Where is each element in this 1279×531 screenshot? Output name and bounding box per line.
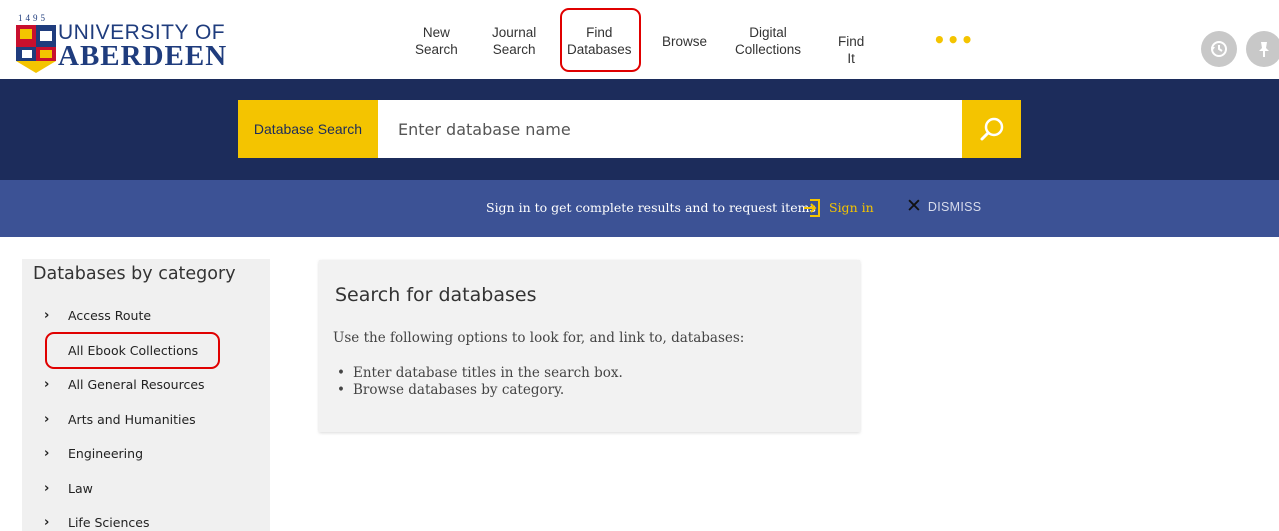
category-sidebar: Databases by category › Access Route All… <box>22 259 270 531</box>
category-law[interactable]: › Law <box>44 481 93 496</box>
nav-digital-collections[interactable]: Digital Collections <box>735 24 801 58</box>
chevron-right-icon: › <box>44 515 50 530</box>
nav-new-search[interactable]: New Search <box>415 24 458 58</box>
category-label: Law <box>68 481 93 496</box>
history-button[interactable] <box>1201 31 1237 67</box>
highlight-all-ebook-collections <box>45 332 220 369</box>
crest-icon <box>16 25 56 73</box>
logo-text-line2: ABERDEEN <box>58 40 228 72</box>
history-icon <box>1211 41 1227 57</box>
panel-intro: Use the following options to look for, a… <box>333 330 745 346</box>
list-item: Enter database titles in the search box. <box>333 365 623 382</box>
chevron-right-icon: › <box>44 412 50 427</box>
university-logo[interactable]: 1495 UNIVERSITY OF ABERDEEN <box>14 13 226 75</box>
category-label: Arts and Humanities <box>68 412 196 427</box>
category-all-general-resources[interactable]: › All General Resources <box>44 377 205 392</box>
nav-browse[interactable]: Browse <box>662 33 707 50</box>
database-search-input[interactable] <box>378 100 962 158</box>
pin-button[interactable] <box>1246 31 1279 67</box>
nav-more-button[interactable]: ••• <box>933 28 974 52</box>
signin-link[interactable]: Sign in <box>829 200 874 215</box>
category-label: Life Sciences <box>68 515 150 530</box>
category-access-route[interactable]: › Access Route <box>44 308 151 323</box>
category-engineering[interactable]: › Engineering <box>44 446 143 461</box>
search-band: Database Search <box>0 79 1279 180</box>
dismiss-label: DISMISS <box>927 200 982 214</box>
close-icon: ✕ <box>906 196 922 217</box>
chevron-right-icon: › <box>44 446 50 461</box>
signin-banner: Sign in to get complete results and to r… <box>0 180 1279 237</box>
nav-journal-search[interactable]: Journal Search <box>492 24 536 58</box>
dismiss-button[interactable]: ✕ DISMISS <box>906 196 982 217</box>
panel-title: Search for databases <box>335 284 537 306</box>
list-item: Browse databases by category. <box>333 382 623 399</box>
category-label: All General Resources <box>68 377 205 392</box>
signin-message: Sign in to get complete results and to r… <box>486 200 816 215</box>
panel-bullet-list: Enter database titles in the search box.… <box>333 365 623 399</box>
category-arts-and-humanities[interactable]: › Arts and Humanities <box>44 412 196 427</box>
sign-in-icon[interactable] <box>801 197 823 219</box>
search-info-panel: Search for databases Use the following o… <box>319 260 860 432</box>
category-label: Engineering <box>68 446 143 461</box>
search-button[interactable] <box>962 100 1021 158</box>
category-life-sciences[interactable]: › Life Sciences <box>44 515 149 530</box>
sidebar-title: Databases by category <box>33 264 236 284</box>
search-scope-label[interactable]: Database Search <box>238 100 378 158</box>
highlight-find-databases <box>560 8 641 72</box>
pin-icon <box>1259 42 1269 57</box>
nav-find-it[interactable]: Find It <box>838 33 864 67</box>
chevron-right-icon: › <box>44 377 50 392</box>
chevron-right-icon: › <box>44 308 50 323</box>
category-label: Access Route <box>68 308 152 323</box>
logo-year: 1495 <box>18 13 48 23</box>
chevron-right-icon: › <box>44 481 50 496</box>
search-icon <box>980 117 1003 141</box>
